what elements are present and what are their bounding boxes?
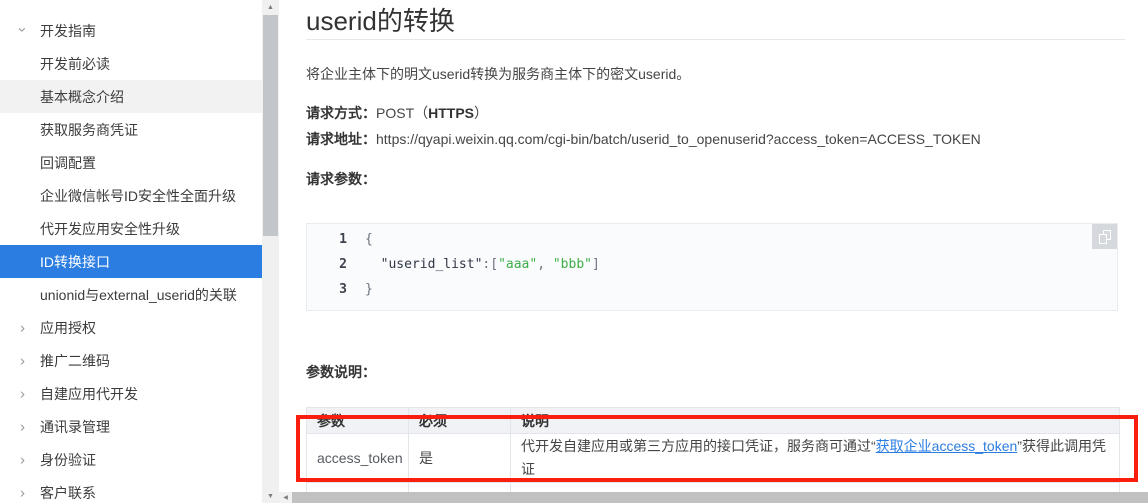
sidebar-item-label: 获取服务商凭证 — [40, 121, 138, 138]
request-method-protocol: HTTPS — [428, 105, 475, 121]
main-content: userid的转换 将企业主体下的明文userid转换为服务商主体下的密文use… — [279, 0, 1148, 492]
request-method-line: 请求方式：POST（HTTPS） — [306, 100, 1148, 126]
chevron-right-icon: › — [20, 451, 25, 468]
request-url-value: https://qyapi.weixin.qq.com/cgi-bin/batc… — [376, 131, 981, 147]
code-lines: 1{2 "userid_list":["aaa", "bbb"] 3} — [307, 227, 1117, 302]
sidebar-scrollbar[interactable]: ▲ ▼ — [262, 0, 279, 503]
code-text: "userid_list":["aaa", "bbb"] — [380, 257, 600, 272]
param-name-cell: access_token — [306, 433, 409, 483]
sidebar-item-8[interactable]: unionid与external_userid的关联 — [0, 278, 262, 311]
chevron-right-icon: › — [20, 319, 25, 336]
sidebar-item-4[interactable]: 回调配置 — [0, 146, 262, 179]
chevron-right-icon: › — [20, 352, 25, 369]
table-row: access_token 是 代开发自建应用或第三方应用的接口凭证，服务商可通过… — [306, 433, 1120, 483]
sidebar-item-label: 基本概念介绍 — [40, 88, 124, 105]
scroll-left-arrow-icon[interactable]: ◀ — [279, 492, 292, 503]
line-number: 1 — [339, 232, 347, 247]
chevron-right-icon: › — [20, 484, 25, 501]
sidebar-item-13[interactable]: › 身份验证 — [0, 443, 262, 476]
params-table: 参数 必须 说明 access_token 是 代开发自建应用或第三方应用的接口… — [306, 407, 1120, 492]
sidebar-item-7[interactable]: ID转换接口 — [0, 245, 262, 278]
sidebar-item-label: 回调配置 — [40, 154, 96, 171]
sidebar-item-2[interactable]: 基本概念介绍 — [0, 80, 262, 113]
request-url-line: 请求地址：https://qyapi.weixin.qq.com/cgi-bin… — [306, 126, 1148, 152]
page-title: userid的转换 — [306, 6, 455, 36]
request-meta: 请求方式：POST（HTTPS） 请求地址：https://qyapi.weix… — [306, 100, 1148, 152]
table-row-clipped — [306, 482, 1120, 492]
request-method-post: ） — [474, 105, 489, 121]
copy-icon — [1098, 229, 1111, 244]
code-line-2: 2 "userid_list":["aaa", "bbb"] — [307, 252, 1117, 277]
request-method-label: 请求方式： — [306, 105, 376, 121]
sidebar-item-label: 自建应用代开发 — [40, 385, 138, 402]
request-url-label: 请求地址： — [306, 131, 376, 147]
chevron-right-icon: › — [20, 385, 25, 402]
col-header-required: 必须 — [408, 407, 511, 434]
docs-page: › 开发指南开发前必读基本概念介绍 获取服务商凭证 回调配置企业微信帐号ID安全性全面… — [0, 0, 1148, 503]
copy-button[interactable] — [1092, 224, 1117, 249]
table-header-row: 参数 必须 说明 — [306, 407, 1120, 434]
line-number: 2 — [339, 257, 347, 272]
col-header-param: 参数 — [306, 407, 409, 434]
param-description-cell: 代开发自建应用或第三方应用的接口凭证，服务商可通过“获取企业access_tok… — [510, 433, 1120, 483]
sidebar-item-label: 开发指南 — [40, 22, 96, 39]
sidebar-item-label: 身份验证 — [40, 451, 96, 468]
sidebar-item-0[interactable]: › 开发指南 — [0, 14, 262, 47]
sidebar-item-11[interactable]: › 自建应用代开发 — [0, 377, 262, 410]
code-line-3: 3} — [307, 277, 1117, 302]
code-text: } — [365, 282, 373, 297]
sidebar-item-label: 企业微信帐号ID安全性全面升级 — [40, 187, 236, 204]
sidebar-item-label: 客户联系 — [40, 484, 96, 501]
sidebar-nav: › 开发指南开发前必读基本概念介绍 获取服务商凭证 回调配置企业微信帐号ID安全性全面… — [0, 0, 262, 503]
request-method-pre: POST（ — [376, 105, 429, 121]
sidebar-scrollbar-thumb[interactable] — [263, 15, 278, 236]
sidebar-item-label: 推广二维码 — [40, 352, 110, 369]
sidebar-item-3[interactable]: 获取服务商凭证 — [0, 113, 262, 146]
sidebar-item-6[interactable]: 代开发应用安全性升级 — [0, 212, 262, 245]
sidebar-item-9[interactable]: › 应用授权 — [0, 311, 262, 344]
chevron-right-icon: › — [20, 418, 25, 435]
sidebar-item-12[interactable]: › 通讯录管理 — [0, 410, 262, 443]
sidebar-item-label: ID转换接口 — [40, 253, 110, 270]
line-number: 3 — [339, 282, 347, 297]
sidebar-item-label: 通讯录管理 — [40, 418, 110, 435]
sidebar-item-label: 开发前必读 — [40, 55, 110, 72]
code-line-1: 1{ — [307, 227, 1117, 252]
code-text: { — [365, 232, 373, 247]
sidebar-item-label: 应用授权 — [40, 319, 96, 336]
access-token-doc-link[interactable]: 获取企业access_token — [876, 438, 1018, 454]
request-params-label: 请求参数： — [306, 171, 376, 187]
sidebar-item-label: 代开发应用安全性升级 — [40, 220, 180, 237]
col-header-description: 说明 — [510, 407, 1120, 434]
scroll-down-arrow-icon[interactable]: ▼ — [262, 489, 279, 503]
horizontal-scrollbar-thumb[interactable] — [292, 492, 1148, 503]
sidebar-item-label: unionid与external_userid的关联 — [40, 286, 237, 303]
title-divider — [306, 39, 1125, 40]
sidebar-item-5[interactable]: 企业微信帐号ID安全性全面升级 — [0, 179, 262, 212]
sidebar-item-10[interactable]: › 推广二维码 — [0, 344, 262, 377]
request-body-code-block: 1{2 "userid_list":["aaa", "bbb"] 3} — [306, 223, 1118, 311]
sidebar-item-14[interactable]: › 客户联系 — [0, 476, 262, 503]
description-text-pre: 代开发自建应用或第三方应用的接口凭证，服务商可通过“ — [521, 438, 876, 454]
param-required-cell: 是 — [408, 433, 511, 483]
chevron-down-icon: › — [14, 26, 31, 32]
scroll-up-arrow-icon[interactable]: ▲ — [262, 0, 279, 14]
intro-text: 将企业主体下的明文userid转换为服务商主体下的密文userid。 — [306, 66, 691, 82]
horizontal-scrollbar[interactable]: ◀ — [279, 492, 1148, 503]
params-desc-label: 参数说明： — [306, 364, 376, 380]
sidebar-item-1[interactable]: 开发前必读 — [0, 47, 262, 80]
